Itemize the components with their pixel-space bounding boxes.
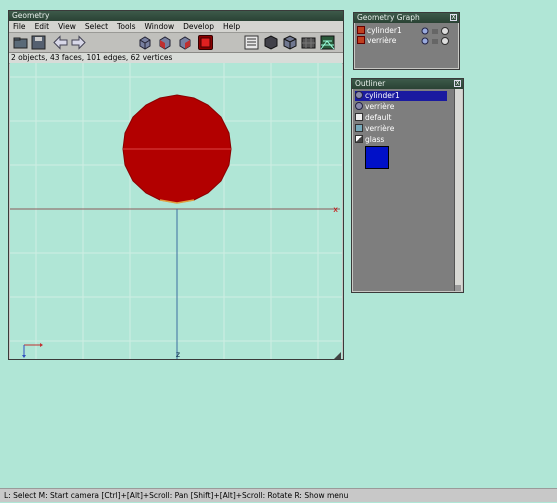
solid-cube-icon[interactable] bbox=[282, 35, 297, 50]
redo-arrow-icon[interactable] bbox=[71, 35, 86, 50]
geometry-graph-panel: Geometry Graph X cylinder1 verrière bbox=[353, 12, 460, 70]
menu-select[interactable]: Select bbox=[81, 21, 113, 32]
geometry-title[interactable]: Geometry bbox=[9, 11, 343, 21]
hint-bar: L: Select M: Start camera [Ctrl]+[Alt]+S… bbox=[0, 488, 557, 502]
select-edge-icon[interactable] bbox=[177, 35, 192, 50]
resize-grip-icon bbox=[334, 352, 341, 359]
toolbar bbox=[9, 33, 343, 53]
outliner-item-default[interactable]: default bbox=[355, 113, 391, 123]
undo-arrow-icon[interactable] bbox=[53, 35, 68, 50]
geometry-graph-title[interactable]: Geometry Graph X bbox=[354, 13, 459, 23]
outliner-scrollbar[interactable] bbox=[454, 89, 462, 291]
x-axis-label: x bbox=[333, 205, 338, 214]
outliner-list: cylinder1 verrière default verrière glas… bbox=[353, 89, 462, 291]
menu-bar: File Edit View Select Tools Window Devel… bbox=[9, 21, 343, 33]
outliner-item-glass[interactable]: glass bbox=[355, 135, 384, 145]
menu-edit[interactable]: Edit bbox=[31, 21, 55, 32]
lock-icon bbox=[432, 29, 438, 34]
outliner-item-verriere-material[interactable]: verrière bbox=[355, 124, 394, 134]
outliner-title[interactable]: Outliner X bbox=[352, 79, 463, 89]
graph-item-cylinder1[interactable]: cylinder1 bbox=[357, 26, 402, 36]
menu-help[interactable]: Help bbox=[219, 21, 245, 32]
object-icon bbox=[355, 91, 363, 99]
menu-develop[interactable]: Develop bbox=[179, 21, 219, 32]
visibility-toggles[interactable] bbox=[421, 26, 451, 48]
outliner-item-cylinder1[interactable]: cylinder1 bbox=[355, 91, 447, 101]
geometry-graph-list: cylinder1 verrière bbox=[355, 23, 458, 68]
image-icon bbox=[355, 135, 363, 143]
lock-icon bbox=[432, 39, 438, 44]
object-icon bbox=[357, 36, 365, 44]
geometry-window: Geometry File Edit View Select Tools Win… bbox=[8, 10, 344, 360]
viewport-canvas[interactable]: x z bbox=[10, 63, 342, 359]
select-object-icon[interactable] bbox=[137, 35, 152, 50]
close-icon[interactable]: X bbox=[454, 80, 461, 87]
material-icon bbox=[355, 113, 363, 121]
save-icon[interactable] bbox=[31, 35, 46, 50]
eye-icon bbox=[421, 27, 429, 35]
select-face-icon[interactable] bbox=[157, 35, 172, 50]
select-vertex-icon[interactable] bbox=[198, 35, 213, 50]
open-folder-icon[interactable] bbox=[13, 35, 28, 50]
3d-viewport[interactable]: x z bbox=[10, 63, 342, 359]
menu-tools[interactable]: Tools bbox=[113, 21, 140, 32]
graph-item-verriere[interactable]: verrière bbox=[357, 36, 396, 46]
z-axis-label: z bbox=[176, 350, 180, 359]
outliner-panel: Outliner X cylinder1 verrière default ve… bbox=[351, 78, 464, 293]
eye-icon bbox=[421, 37, 429, 45]
render-icon bbox=[441, 37, 449, 45]
object-icon bbox=[355, 102, 363, 110]
menu-file[interactable]: File bbox=[9, 21, 31, 32]
outliner-item-verriere[interactable]: verrière bbox=[355, 102, 394, 112]
shaded-cube-icon[interactable] bbox=[263, 35, 278, 50]
material-icon bbox=[355, 124, 363, 132]
texture-icon[interactable] bbox=[301, 35, 316, 50]
glass-preview-swatch[interactable] bbox=[365, 146, 389, 169]
object-icon bbox=[357, 26, 365, 34]
menu-window[interactable]: Window bbox=[141, 21, 180, 32]
menu-view[interactable]: View bbox=[54, 21, 81, 32]
scroll-grip-icon[interactable] bbox=[455, 285, 461, 291]
grid-toggle-icon[interactable] bbox=[244, 35, 259, 50]
perspective-grid-icon[interactable] bbox=[320, 35, 335, 50]
close-icon[interactable]: X bbox=[450, 14, 457, 21]
axis-gizmo-icon bbox=[22, 343, 43, 358]
render-icon bbox=[441, 27, 449, 35]
